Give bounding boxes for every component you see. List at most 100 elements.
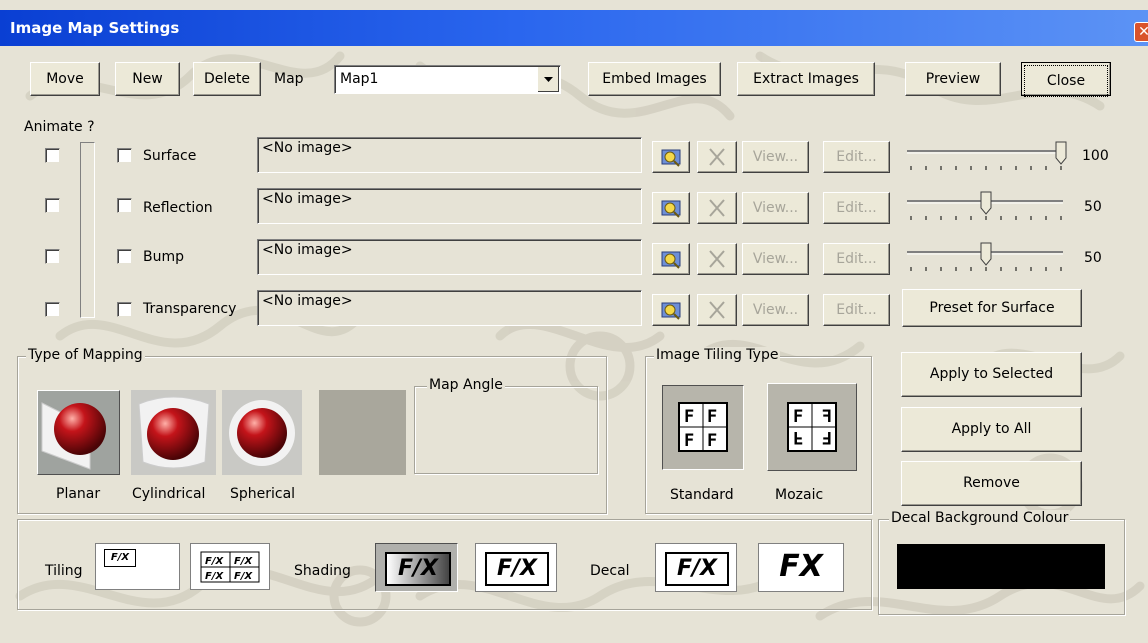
title-bar: Image Map Settings ✕ bbox=[0, 10, 1148, 46]
spherical-label: Spherical bbox=[230, 486, 296, 502]
transparency-edit-button[interactable]: Edit... bbox=[823, 294, 890, 326]
surface-view-button[interactable]: View... bbox=[742, 141, 809, 173]
mozaic-tiling-icon: F FF F bbox=[787, 402, 837, 452]
shading-shaded-button[interactable]: F/X bbox=[375, 543, 458, 592]
new-button[interactable]: New bbox=[115, 62, 180, 96]
preview-button[interactable]: Preview bbox=[905, 62, 1001, 96]
bump-slider[interactable] bbox=[903, 241, 1071, 275]
surface-checkbox[interactable] bbox=[117, 148, 132, 163]
shading-flat-button[interactable]: F/X bbox=[475, 543, 557, 592]
surface-edit-button[interactable]: Edit... bbox=[823, 141, 890, 173]
svg-text:F: F bbox=[822, 427, 832, 447]
clear-x-icon bbox=[709, 301, 725, 319]
apply-to-all-button[interactable]: Apply to All bbox=[901, 407, 1082, 452]
surface-label: Surface bbox=[143, 148, 197, 164]
tiling-repeat-button[interactable]: F/X F/X F/X F/X bbox=[190, 543, 270, 590]
decal-background-title: Decal Background Colour bbox=[889, 510, 1071, 526]
planar-sphere-icon bbox=[41, 402, 106, 470]
standard-tiling-button[interactable]: FFFF bbox=[662, 385, 744, 470]
map-angle-title: Map Angle bbox=[427, 377, 505, 393]
close-button[interactable]: Close bbox=[1021, 62, 1111, 97]
window-title: Image Map Settings bbox=[10, 19, 180, 37]
bump-browse-button[interactable] bbox=[652, 243, 690, 275]
clear-x-icon bbox=[709, 199, 725, 217]
surface-browse-button[interactable] bbox=[652, 141, 690, 173]
map-label: Map bbox=[274, 71, 304, 87]
apply-to-selected-button[interactable]: Apply to Selected bbox=[901, 352, 1082, 397]
planar-mapping-button[interactable] bbox=[37, 390, 120, 475]
type-of-mapping-title: Type of Mapping bbox=[26, 347, 145, 363]
svg-text:F/X: F/X bbox=[205, 571, 224, 582]
bump-clear-button[interactable] bbox=[697, 243, 737, 275]
svg-text:F/X: F/X bbox=[234, 556, 253, 567]
surface-value: 100 bbox=[1082, 148, 1109, 164]
reflection-edit-button[interactable]: Edit... bbox=[823, 192, 890, 224]
fx-framed-icon: F/X bbox=[665, 552, 729, 586]
bump-edit-button[interactable]: Edit... bbox=[823, 243, 890, 275]
svg-text:F: F bbox=[707, 431, 717, 451]
spherical-mapping-button[interactable] bbox=[222, 390, 302, 475]
animate-transparency-checkbox[interactable] bbox=[45, 302, 60, 317]
extract-images-button[interactable]: Extract Images bbox=[737, 62, 875, 96]
delete-button[interactable]: Delete bbox=[193, 62, 261, 96]
move-button[interactable]: Move bbox=[30, 62, 100, 96]
decal-framed-button[interactable]: F/X bbox=[655, 543, 737, 592]
decal-label: Decal bbox=[590, 563, 630, 579]
surface-image-field: <No image> bbox=[257, 137, 642, 173]
browse-icon bbox=[661, 149, 681, 167]
dropdown-arrow-icon[interactable] bbox=[537, 67, 559, 92]
reflection-label: Reflection bbox=[143, 200, 213, 216]
clear-x-icon bbox=[709, 148, 725, 166]
animate-surface-checkbox[interactable] bbox=[45, 148, 60, 163]
fx-flat-icon: F/X bbox=[485, 552, 549, 586]
browse-icon bbox=[661, 302, 681, 320]
shading-label: Shading bbox=[294, 563, 351, 579]
cylindrical-sphere-icon bbox=[138, 396, 210, 469]
preset-for-surface-button[interactable]: Preset for Surface bbox=[902, 289, 1082, 327]
reflection-image-field: <No image> bbox=[257, 188, 642, 224]
reflection-slider[interactable] bbox=[903, 190, 1071, 224]
svg-text:F: F bbox=[707, 407, 717, 427]
bump-label: Bump bbox=[143, 249, 185, 265]
transparency-label: Transparency bbox=[143, 301, 237, 317]
svg-text:F: F bbox=[684, 431, 694, 451]
reflection-checkbox[interactable] bbox=[117, 198, 132, 213]
embed-images-button[interactable]: Embed Images bbox=[588, 62, 721, 96]
cylindrical-mapping-button[interactable] bbox=[131, 390, 216, 475]
decal-plain-button[interactable]: FX bbox=[758, 543, 844, 592]
bump-checkbox[interactable] bbox=[117, 249, 132, 264]
bump-value: 50 bbox=[1084, 250, 1102, 266]
bump-view-button[interactable]: View... bbox=[742, 243, 809, 275]
map-select-value: Map1 bbox=[340, 71, 379, 87]
reflection-view-button[interactable]: View... bbox=[742, 192, 809, 224]
remove-button[interactable]: Remove bbox=[901, 461, 1082, 506]
reflection-clear-button[interactable] bbox=[697, 192, 737, 224]
fx-small-icon: F/X bbox=[104, 549, 136, 567]
svg-text:F: F bbox=[684, 407, 694, 427]
animate-bump-checkbox[interactable] bbox=[45, 249, 60, 264]
surface-slider[interactable] bbox=[903, 140, 1071, 174]
fx-shaded-icon: F/X bbox=[385, 552, 451, 586]
window-close-icon[interactable]: ✕ bbox=[1134, 22, 1148, 42]
planar-label: Planar bbox=[56, 486, 101, 502]
transparency-browse-button[interactable] bbox=[652, 294, 690, 326]
spherical-sphere-icon bbox=[229, 400, 295, 466]
image-tiling-type-title: Image Tiling Type bbox=[654, 347, 781, 363]
transparency-checkbox[interactable] bbox=[117, 302, 132, 317]
surface-clear-button[interactable] bbox=[697, 141, 737, 173]
tiling-single-button[interactable]: F/X bbox=[95, 543, 180, 590]
map-select[interactable]: Map1 bbox=[334, 65, 561, 94]
svg-text:F/X: F/X bbox=[234, 571, 253, 582]
bump-image-field: <No image> bbox=[257, 239, 642, 275]
transparency-clear-button[interactable] bbox=[697, 294, 737, 326]
transparency-view-button[interactable]: View... bbox=[742, 294, 809, 326]
fx-plain-icon: FX bbox=[779, 549, 823, 584]
custom-mapping-button[interactable] bbox=[319, 390, 406, 475]
decal-background-color-swatch[interactable] bbox=[897, 544, 1105, 589]
standard-tiling-icon: F FF F bbox=[678, 402, 728, 452]
slider-thumb-icon bbox=[980, 191, 992, 215]
mozaic-tiling-button[interactable]: FFFF bbox=[767, 383, 857, 471]
animate-reflection-checkbox[interactable] bbox=[45, 198, 60, 213]
reflection-browse-button[interactable] bbox=[652, 192, 690, 224]
reflection-value: 50 bbox=[1084, 199, 1102, 215]
